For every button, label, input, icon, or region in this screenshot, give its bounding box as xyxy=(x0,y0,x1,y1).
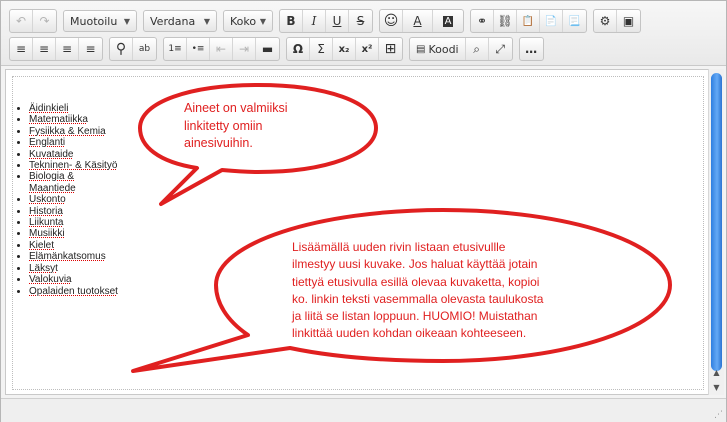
annotation-line: ko. linkin teksti vasemmalla olevasta ta… xyxy=(292,291,544,306)
annotation-line: linkittää uuden kohdan oikeaan kohteesee… xyxy=(292,326,527,341)
annotation-text-2: Lisäämällä uuden rivin listaan etusivull… xyxy=(292,239,543,343)
annotation-line: ja liitä se listan loppuun. HUOMIO! Muis… xyxy=(292,309,538,324)
annotation-line: ainesivuihin. xyxy=(184,136,253,150)
annotation-line: Aineet on valmiiksi xyxy=(184,101,288,115)
annotation-overlay xyxy=(131,83,672,373)
annotation-line: ilmestyy uusi kuvake. Jos haluat käyttää… xyxy=(292,257,538,272)
annotation-line: linkitetty omiin xyxy=(184,118,263,133)
annotation-text-1: Aineet on valmiiksi linkitetty omiin aines… xyxy=(184,100,288,153)
annotation-line: Lisäämällä uuden rivin listaan etusivull… xyxy=(292,240,506,254)
annotation-line: tiettyä etusivulla esillä olevaa kuvaket… xyxy=(292,274,540,289)
